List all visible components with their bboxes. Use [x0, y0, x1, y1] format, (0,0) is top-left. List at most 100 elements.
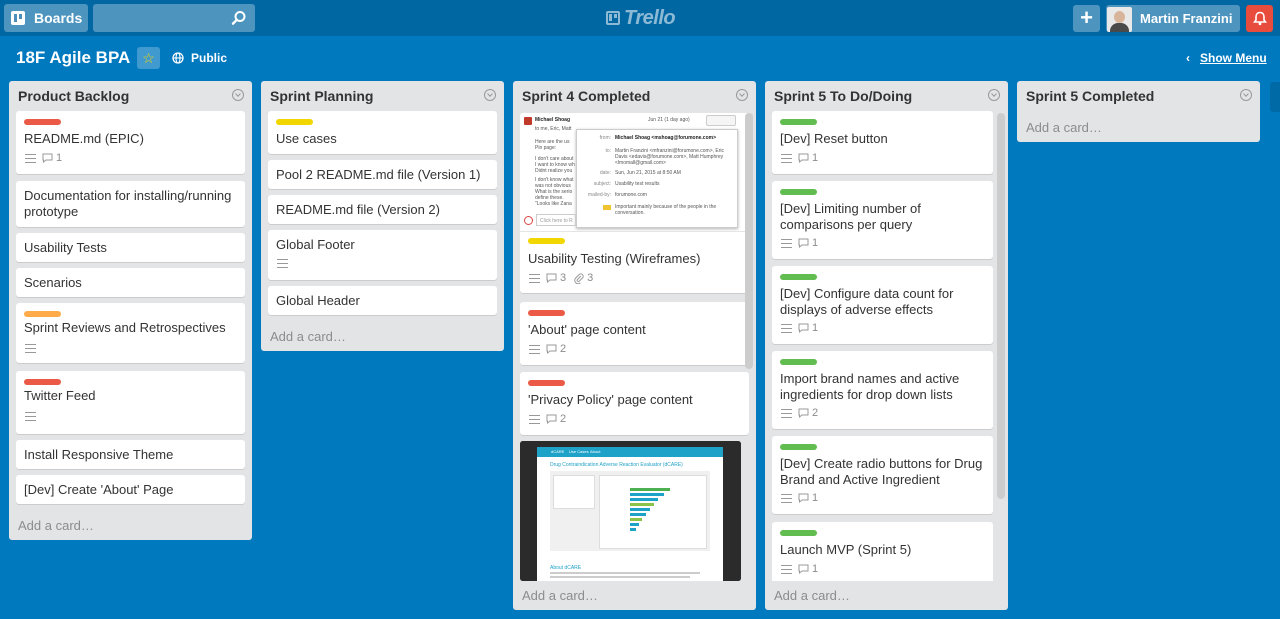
card-cover-image: dCARE Use Cases About Drug Contraindicat… [520, 441, 741, 581]
card[interactable]: README.md file (Version 2) [268, 195, 497, 224]
list-menu-icon[interactable] [232, 89, 244, 101]
card[interactable]: Pool 2 README.md file (Version 1) [268, 160, 497, 189]
attachment-count: 3 [587, 272, 594, 284]
avatar [1107, 6, 1132, 32]
list-header: Sprint Planning [261, 81, 504, 111]
card[interactable]: Global Footer [268, 230, 497, 280]
email-field-key: mailed-by: [587, 192, 611, 198]
card[interactable]: Scenarios [16, 268, 245, 297]
card-label [24, 311, 61, 317]
list-title[interactable]: Sprint Planning [270, 88, 373, 104]
add-card-link[interactable]: Add a card… [1026, 120, 1102, 135]
webapp-nav-item: About [590, 449, 601, 454]
card[interactable]: dCARE Use Cases About Drug Contraindicat… [520, 441, 741, 581]
list-title[interactable]: Sprint 5 To Do/Doing [774, 88, 912, 104]
card[interactable]: Use cases [268, 111, 497, 154]
email-body-line: "Looks like Zana [535, 201, 572, 207]
add-button[interactable]: + [1073, 5, 1100, 32]
card[interactable]: Sprint Reviews and Retrospectives [16, 303, 245, 363]
member-menu-button[interactable]: Martin Franzini [1106, 5, 1240, 32]
card[interactable]: Install Responsive Theme [16, 440, 245, 469]
card[interactable]: [Dev] Create radio buttons for Drug Bran… [772, 436, 993, 514]
list-scrollbar[interactable] [745, 113, 753, 369]
add-card-link[interactable]: Add a card… [270, 329, 346, 344]
card-title: Sprint Reviews and Retrospectives [24, 320, 226, 335]
card-title: Documentation for installing/running pro… [24, 188, 232, 219]
card[interactable]: [Dev] Create 'About' Page [16, 475, 245, 504]
card-label [780, 274, 817, 280]
webapp-about-title: About dCARE [550, 565, 582, 571]
list-sprint-planning: Sprint Planning Use cases Pool 2 README.… [261, 81, 504, 351]
show-menu-label: Show Menu [1200, 51, 1267, 65]
visibility-button[interactable]: Public [172, 51, 227, 65]
card-title: README.md (EPIC) [24, 131, 144, 146]
card-badges: 1 [781, 152, 826, 164]
comment-icon [798, 238, 809, 248]
show-menu-link[interactable]: ‹ Show Menu [1186, 51, 1267, 65]
list-scrollbar[interactable] [997, 113, 1005, 499]
add-card-link[interactable]: Add a card… [522, 588, 598, 603]
card[interactable]: 'Privacy Policy' page content 2 [520, 372, 749, 435]
card[interactable]: Launch MVP (Sprint 5) 1 [772, 522, 993, 581]
list-menu-icon[interactable] [484, 89, 496, 101]
card-title: Import brand names and active ingredient… [780, 371, 960, 402]
card[interactable]: Global Header [268, 286, 497, 315]
card-title: Global Header [276, 293, 360, 308]
comment-icon [798, 153, 809, 163]
search-icon[interactable] [231, 10, 247, 26]
card[interactable]: Import brand names and active ingredient… [772, 351, 993, 429]
card[interactable]: [Dev] Limiting number of comparisons per… [772, 181, 993, 259]
comment-count: 3 [560, 272, 567, 284]
email-field-value: forumone.com [615, 192, 647, 198]
board-title[interactable]: 18F Agile BPA [16, 48, 130, 68]
email-field-value: Martin Franzini <mfranzini@forumone.com>… [615, 148, 724, 166]
reply-button [706, 115, 736, 126]
card[interactable]: Michael Shoag Jun 21 (1 day ago) to me, … [520, 113, 749, 293]
list-title[interactable]: Sprint 5 Completed [1026, 88, 1154, 104]
list-menu-icon[interactable] [988, 89, 1000, 101]
add-card-link[interactable]: Add a card… [18, 518, 94, 533]
email-body-line: Pin page: [535, 145, 557, 151]
visibility-label: Public [191, 51, 228, 65]
notifications-button[interactable] [1246, 5, 1273, 32]
card-title: Install Responsive Theme [24, 447, 174, 462]
card[interactable]: Usability Tests [16, 233, 245, 262]
card[interactable]: Twitter Feed [16, 371, 245, 434]
list-menu-icon[interactable] [736, 89, 748, 101]
email-to-line: to me, Eric, Matt [535, 126, 572, 132]
trello-logo[interactable]: Trello [606, 7, 676, 29]
add-card-link[interactable]: Add a card… [774, 588, 850, 603]
comment-count: 2 [560, 343, 567, 355]
card-label [276, 119, 313, 125]
list-sprint-5-completed: Sprint 5 Completed Add a card… [1017, 81, 1260, 142]
card-title: 'Privacy Policy' page content [528, 392, 693, 407]
card-label [24, 379, 61, 385]
webapp-nav-item: Use Cases [569, 449, 589, 454]
reply-hint: Click here to R [540, 218, 573, 224]
card-label [780, 530, 817, 536]
boards-label: Boards [34, 10, 83, 26]
sidebar-edge-handle[interactable] [1270, 82, 1280, 112]
card[interactable]: [Dev] Reset button 1 [772, 111, 993, 174]
search-box [93, 4, 255, 32]
card-badges: 1 [781, 563, 826, 575]
list-header: Product Backlog [9, 81, 252, 111]
webapp-navbar: dCARE Use Cases About [537, 447, 723, 457]
card-badges: 1 [781, 322, 826, 334]
card[interactable]: [Dev] Configure data count for displays … [772, 266, 993, 344]
webapp-form [553, 475, 595, 509]
list-menu-icon[interactable] [1240, 89, 1252, 101]
email-field-value: Michael Shoag <mshoag@forumone.com> [615, 135, 717, 141]
card[interactable]: Documentation for installing/running pro… [16, 181, 245, 227]
card[interactable]: README.md (EPIC) 1 [16, 111, 245, 174]
list-title[interactable]: Product Backlog [18, 88, 129, 104]
list-title[interactable]: Sprint 4 Completed [522, 88, 650, 104]
email-field-value: Important mainly because of the people i… [615, 204, 717, 216]
card-cover-image: Michael Shoag Jun 21 (1 day ago) to me, … [520, 113, 749, 232]
card-badges: 1 [25, 152, 70, 164]
star-icon[interactable]: ☆ [137, 47, 160, 69]
importance-marker [603, 205, 611, 210]
card[interactable]: 'About' page content 2 [520, 302, 749, 365]
boards-button[interactable]: Boards [4, 4, 88, 32]
paperclip-icon [574, 272, 584, 284]
